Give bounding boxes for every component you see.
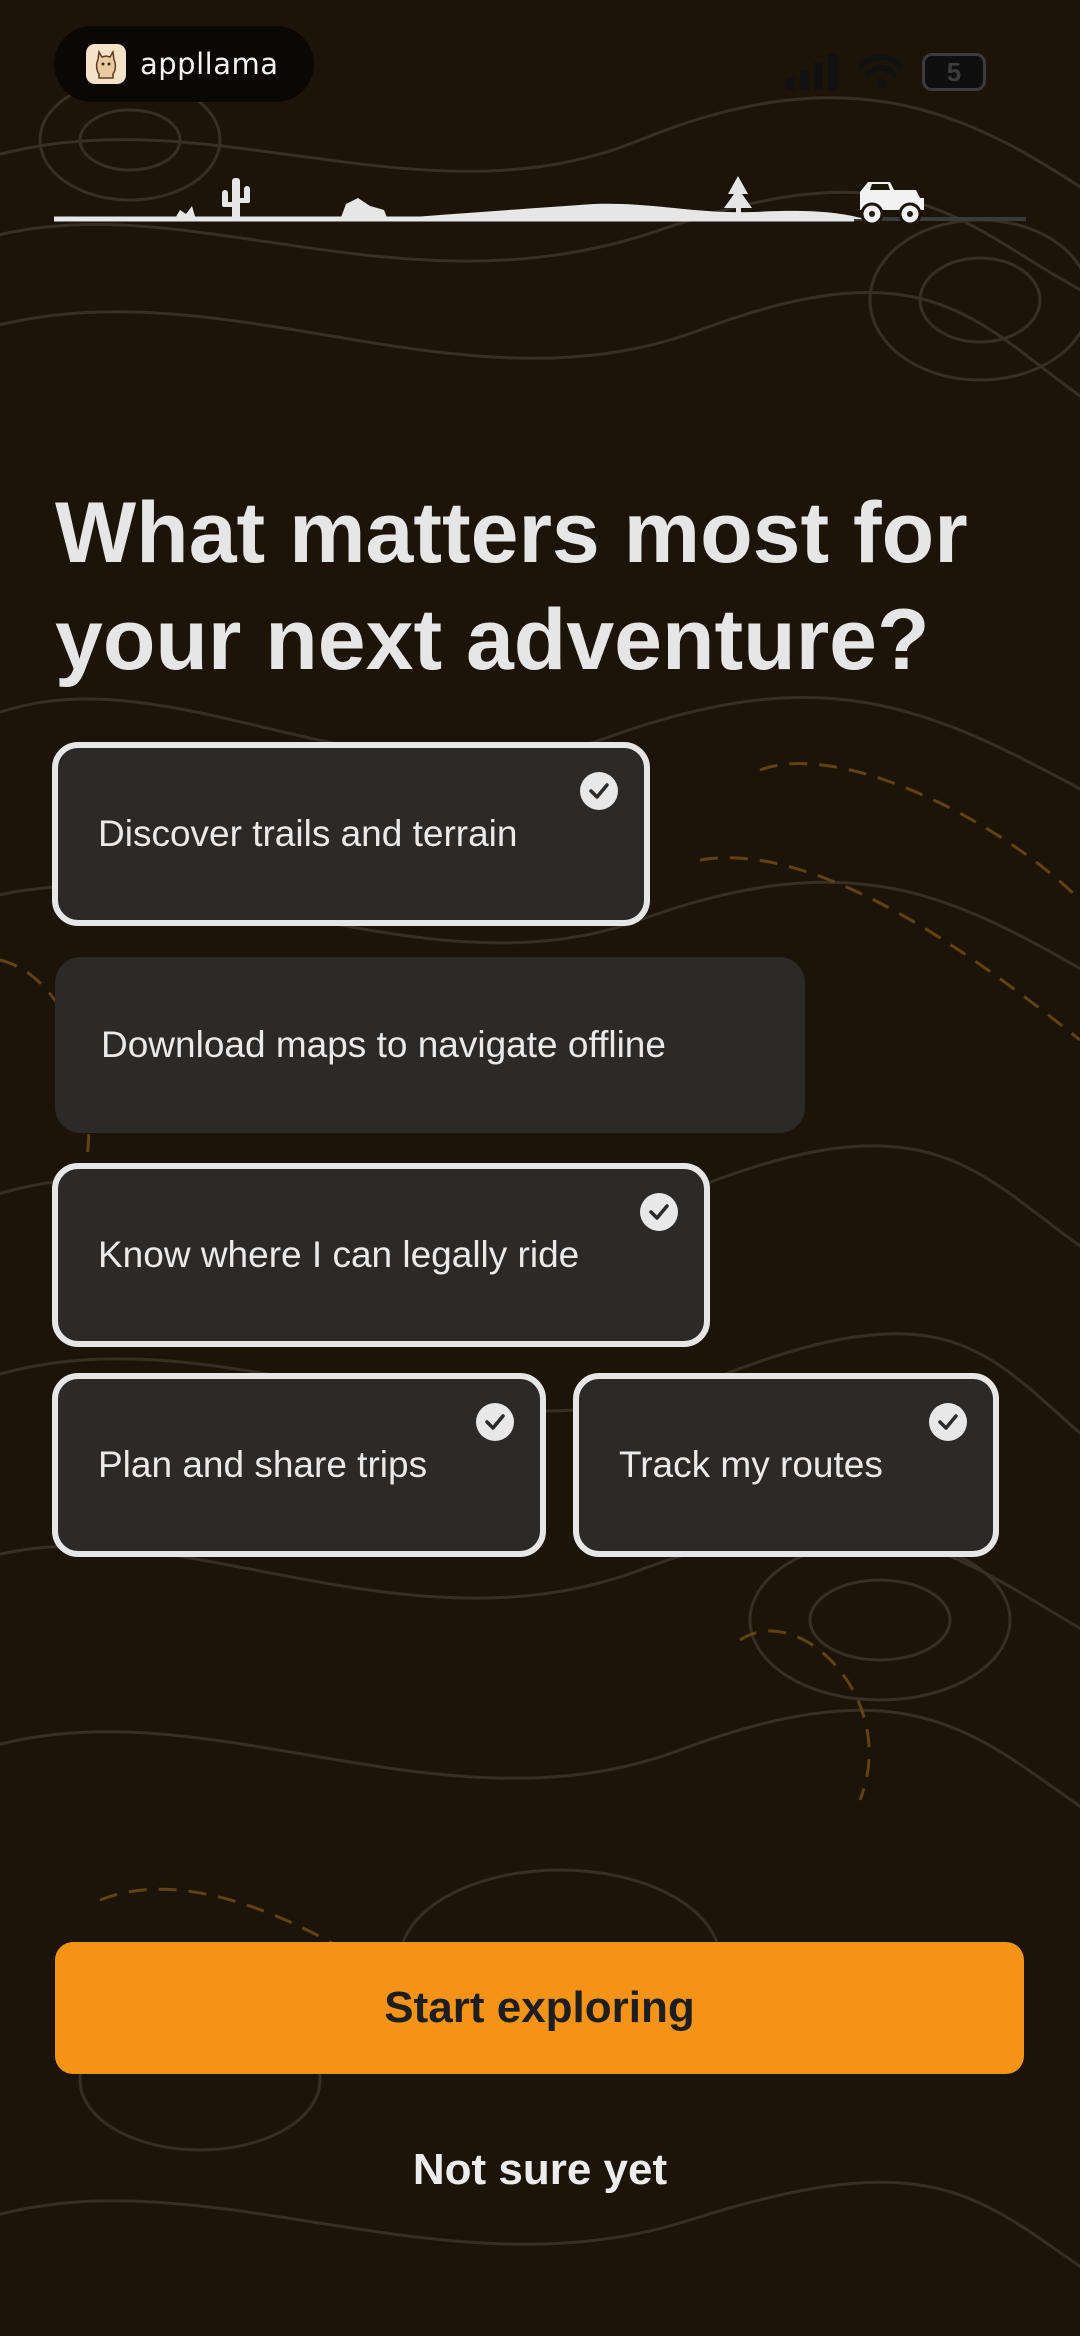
option-plan-share-trips[interactable]: Plan and share trips [52,1373,546,1557]
status-indicators: 5 [786,48,1006,96]
option-label: Track my routes [619,1444,883,1485]
rock-icon [340,198,388,220]
checkmark-icon [929,1403,967,1441]
checkmark-icon [580,772,618,810]
pine-tree-icon [724,176,752,218]
signal-icon [786,54,837,90]
checkmark-icon [476,1403,514,1441]
battery-icon: 5 [922,53,986,91]
option-label: Discover trails and terrain [98,813,518,854]
not-sure-yet-link[interactable]: Not sure yet [0,2145,1080,2195]
option-track-routes[interactable]: Track my routes [573,1373,999,1557]
option-download-maps[interactable]: Download maps to navigate offline [55,957,805,1133]
battery-level: 5 [946,56,962,87]
llama-logo-icon [86,44,126,84]
start-exploring-button[interactable]: Start exploring [55,1942,1024,2074]
checkmark-icon [640,1193,678,1231]
wifi-icon [858,54,904,89]
app-badge: appllama [54,26,314,102]
option-label: Download maps to navigate offline [101,1024,666,1065]
cactus-icon [174,178,250,220]
option-label: Know where I can legally ride [98,1234,580,1275]
option-legal-ride[interactable]: Know where I can legally ride [52,1163,710,1347]
app-name: appllama [140,47,279,81]
page-title: What matters most for your next adventur… [55,485,968,688]
option-label: Plan and share trips [98,1444,428,1485]
option-discover-trails[interactable]: Discover trails and terrain [52,742,650,926]
progress-landscape [54,176,1026,226]
